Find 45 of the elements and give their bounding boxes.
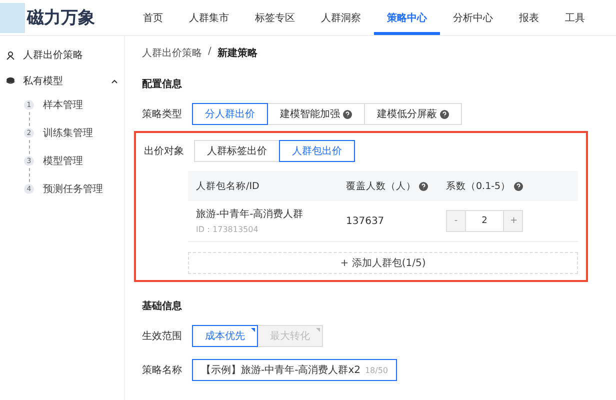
nav-tab[interactable]: 首页 xyxy=(130,0,176,35)
sidebar-item[interactable]: 私有模型 xyxy=(0,68,124,94)
option-button[interactable]: 分人群出价 xyxy=(192,103,268,125)
brand-name: 磁力万象 xyxy=(27,7,95,29)
column-header: 人群包名称/ID xyxy=(196,180,260,192)
nav-tab[interactable]: 分析中心 xyxy=(440,0,506,35)
help-icon xyxy=(440,110,449,118)
logo-icon xyxy=(0,2,25,32)
section-title: 基础信息 xyxy=(142,300,183,313)
table-cell-text: 137637 xyxy=(346,216,386,226)
help-icon xyxy=(343,110,352,118)
sidebar-subitem[interactable]: 模型管理 xyxy=(43,154,83,168)
input-field[interactable]: 【示例】旅游-中青年-高消费人群x2 18/50 xyxy=(192,359,397,381)
section-title: 配置信息 xyxy=(142,78,183,91)
help-icon xyxy=(514,182,523,190)
person-icon xyxy=(6,50,15,60)
add-button[interactable]: + 添加人群包(1/5) xyxy=(188,252,578,274)
option-button[interactable]: 建模低分屏蔽 xyxy=(364,103,462,125)
nav-tab[interactable]: 标签专区 xyxy=(242,0,308,35)
column-header: 覆盖人数（人） xyxy=(346,180,428,192)
table-cell-text: 旅游-中青年-高消费人群 xyxy=(196,208,304,221)
breadcrumb-link[interactable]: 人群出价策略 xyxy=(142,46,202,60)
help-icon xyxy=(419,182,428,190)
sidebar-subitem[interactable]: 训练集管理 xyxy=(43,126,93,140)
breadcrumb-current: 新建策略 xyxy=(217,46,258,60)
id-text: ID：173813504 xyxy=(196,224,260,235)
sidebar-subitem[interactable]: 样本管理 xyxy=(43,98,83,112)
nav-tab[interactable]: 人群洞察 xyxy=(308,0,374,35)
nav-tab[interactable]: 人群集市 xyxy=(176,0,242,35)
option-button[interactable]: 成本优先 xyxy=(192,325,258,347)
nav-tab[interactable]: 工具 xyxy=(552,0,598,35)
nav-tab[interactable]: 报表 xyxy=(506,0,552,35)
sidebar-item[interactable]: 人群出价策略 xyxy=(0,42,124,68)
sidebar-subitem[interactable]: 预测任务管理 xyxy=(43,182,103,196)
field-label: 策略名称 xyxy=(142,364,182,377)
nav-tab[interactable]: 策略中心 xyxy=(374,0,440,35)
breadcrumb-separator: / xyxy=(208,46,212,59)
option-button[interactable]: 人群标签出价 xyxy=(194,140,280,162)
char-counter: 18/50 xyxy=(364,366,388,374)
column-header: 系数（0.1-5） xyxy=(446,180,523,192)
option-button[interactable]: 建模智能加强 xyxy=(267,103,365,125)
option-button[interactable]: 人群包出价 xyxy=(279,140,355,162)
field-label: 策略类型 xyxy=(142,108,182,121)
field-label: 出价对象 xyxy=(144,144,184,158)
field-label: 生效范围 xyxy=(142,330,182,343)
